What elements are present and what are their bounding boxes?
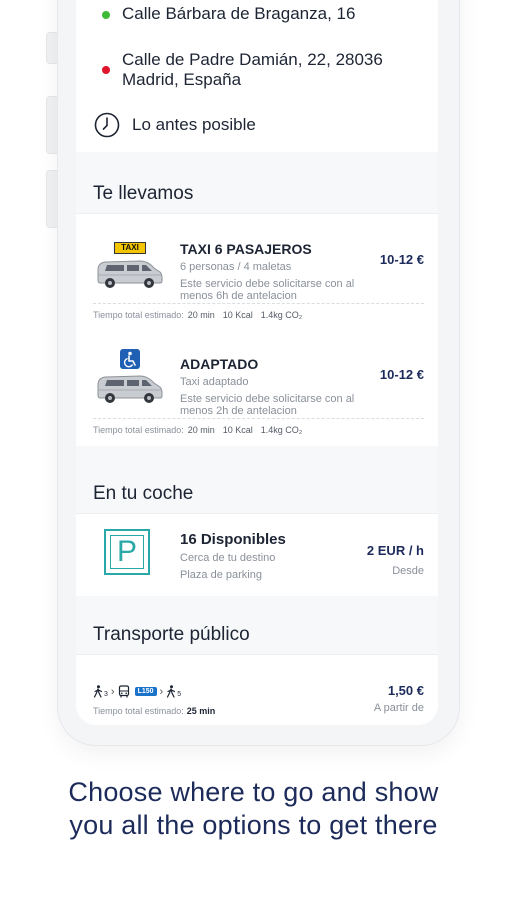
walk-icon [166, 685, 177, 698]
estimated-time-label: Tiempo total estimado: [93, 310, 184, 320]
clock-icon [94, 112, 120, 138]
public-price: 1,50 € [387, 683, 424, 698]
parking-price: 2 EUR / h [366, 543, 424, 558]
taxi-badge: TAXI [114, 242, 146, 254]
origin-address: Calle Bárbara de Braganza, 16 [122, 4, 356, 23]
kcal-value: 10 Kcal [222, 425, 253, 435]
estimated-time-value: 25 min [186, 706, 216, 716]
route-card: Calle Bárbara de Braganza, 16 Calle de P… [76, 0, 438, 152]
taxi-6-note: Este servicio debe solicitarse con al me… [180, 278, 355, 302]
kcal-value: 10 Kcal [222, 310, 253, 320]
divider [93, 418, 424, 419]
chevron-right-icon: › [159, 685, 164, 698]
origin-row[interactable]: Calle Bárbara de Braganza, 16 [94, 4, 428, 24]
adapted-taxi-option[interactable]: ADAPTADO Taxi adaptado Este servicio deb… [76, 329, 438, 444]
walk-minutes-2: 5 [177, 691, 182, 698]
bus-icon [118, 685, 130, 698]
wheelchair-icon [120, 349, 140, 369]
divider [93, 303, 424, 304]
app-screen: Calle Bárbara de Braganza, 16 Calle de P… [76, 0, 438, 725]
adapted-price: 10-12 € [379, 367, 424, 382]
time-label: Lo antes posible [132, 115, 256, 134]
adapted-van-icon [94, 371, 164, 405]
estimated-time-value: 20 min [187, 310, 215, 320]
parking-from: Desde [392, 565, 424, 577]
destination-dot-icon [102, 66, 110, 74]
parking-letter: P [116, 535, 137, 568]
time-row[interactable]: Lo antes posible [94, 112, 428, 138]
parking-icon: P [104, 529, 150, 575]
estimated-time-value: 20 min [187, 425, 215, 435]
promo-caption-line1: Choose where to go and show [68, 777, 439, 807]
adapted-title: ADAPTADO [180, 356, 259, 372]
parking-card[interactable]: P 16 Disponibles Cerca de tu destino Pla… [76, 513, 438, 596]
section-title-taxi: Te llevamos [93, 183, 194, 204]
adapted-note: Este servicio debe solicitarse con al me… [180, 393, 355, 417]
co2-value: 1.4kg CO₂ [260, 425, 303, 435]
taxi-6-price: 10-12 € [379, 252, 424, 267]
bus-line-badge: L150 [134, 687, 157, 696]
taxi-6-title: TAXI 6 PASAJEROS [180, 241, 312, 257]
public-transport-card[interactable]: 3 › L150 › 5 Tiempo total estimado: 25 mi… [76, 654, 438, 725]
taxi-van-icon [94, 256, 164, 290]
route-steps: 3 › L150 › 5 [93, 685, 181, 698]
adapted-subtitle: Taxi adaptado [180, 376, 249, 388]
walk-minutes-1: 3 [104, 691, 108, 698]
taxi-6-subtitle: 6 personas / 4 maletas [180, 261, 292, 273]
section-title-car: En tu coche [93, 483, 194, 504]
taxi-options-card: TAXI TAXI 6 PASAJEROS 6 personas / 4 mal… [76, 213, 438, 446]
destination-address-line2: Madrid, España [122, 70, 242, 89]
taxi-6-option[interactable]: TAXI TAXI 6 PASAJEROS 6 personas / 4 mal… [76, 214, 438, 329]
walk-icon [93, 685, 104, 698]
estimated-time-label: Tiempo total estimado: [93, 425, 184, 435]
public-stats: Tiempo total estimado: 25 min [93, 706, 223, 716]
co2-value: 1.4kg CO₂ [260, 310, 303, 320]
promo-caption-line2: you all the options to get there [69, 810, 438, 840]
taxi-6-stats: Tiempo total estimado: 20 min 10 Kcal 1.4kg… [93, 310, 310, 320]
chevron-right-icon: › [110, 685, 115, 698]
origin-dot-icon [102, 11, 110, 19]
section-title-public: Transporte público [93, 624, 250, 645]
parking-line2: Plaza de parking [180, 569, 262, 581]
adapted-stats: Tiempo total estimado: 20 min 10 Kcal 1.4kg… [93, 425, 310, 435]
estimated-time-label: Tiempo total estimado: [93, 706, 184, 716]
parking-title: 16 Disponibles [180, 531, 286, 548]
destination-row[interactable]: Calle de Padre Damián, 22, 28036 Madrid,… [94, 50, 428, 90]
public-from: A partir de [373, 702, 424, 714]
promo-caption: Choose where to go and show you all the … [0, 776, 507, 842]
parking-line1: Cerca de tu destino [180, 552, 276, 564]
destination-address-line1: Calle de Padre Damián, 22, 28036 [122, 50, 383, 69]
